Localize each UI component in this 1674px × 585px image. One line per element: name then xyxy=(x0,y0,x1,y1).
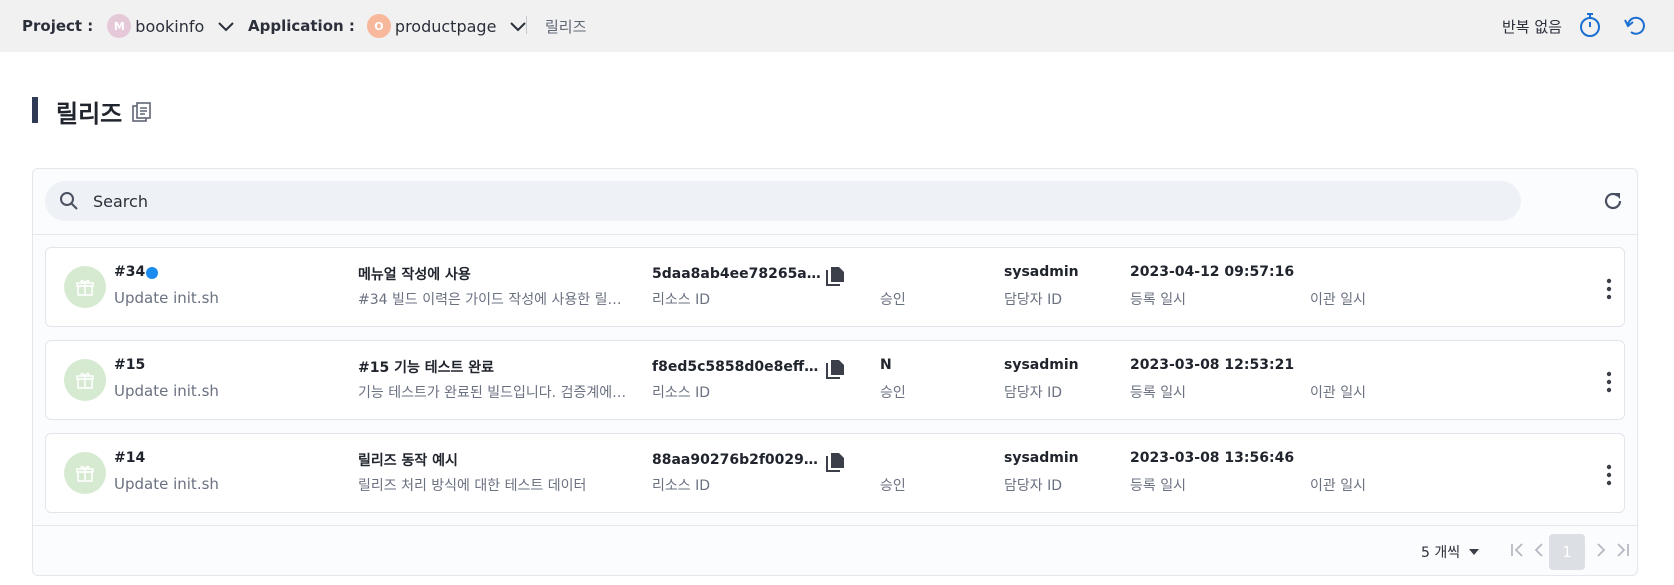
commit-message: Update init.sh xyxy=(114,475,219,493)
clipboard-icon[interactable] xyxy=(131,101,153,123)
breadcrumb-divider xyxy=(526,16,527,34)
application-name: productpage xyxy=(394,16,497,36)
resource-id: 88aa90276b2f00290d3f7e41a6 xyxy=(652,452,822,468)
release-description: #34 빌드 이력은 가이드 작성에 사용한 릴리즈입니다. xyxy=(358,292,630,308)
resource-id: f8ed5c5858d0e8eff6f5a1b3c9 xyxy=(652,359,822,375)
copy-icon[interactable] xyxy=(824,265,846,287)
release-row[interactable]: #34 Update init.sh 메뉴얼 작성에 사용 #34 빌드 이력은… xyxy=(45,247,1625,327)
breadcrumb-current: 릴리즈 xyxy=(545,0,586,52)
copy-icon[interactable] xyxy=(824,451,846,473)
release-name: #15 기능 테스트 완료 xyxy=(358,360,494,376)
search-icon xyxy=(60,192,78,210)
gift-icon xyxy=(76,465,94,482)
new-indicator xyxy=(146,267,158,279)
gift-icon xyxy=(76,279,94,296)
release-name: 메뉴얼 작성에 사용 xyxy=(358,267,471,283)
refresh-icon[interactable] xyxy=(1601,189,1625,213)
first-page-icon[interactable] xyxy=(1507,540,1527,560)
approval-label: 승인 xyxy=(880,292,906,308)
owner-id-label: 담당자 ID xyxy=(1004,385,1062,401)
registered-at-label: 등록 일시 xyxy=(1130,292,1186,308)
resource-id-label: 리소스 ID xyxy=(652,385,710,401)
repeat-label: 반복 없음 xyxy=(1502,17,1562,36)
more-vertical-icon[interactable] xyxy=(1606,464,1612,486)
approval-label: 승인 xyxy=(880,385,906,401)
resource-id-label: 리소스 ID xyxy=(652,478,710,494)
pagination-bar: 5 개씩 1 xyxy=(33,525,1637,575)
application-label: Application : xyxy=(248,17,355,35)
application-selector[interactable]: Application : O productpage xyxy=(248,0,528,52)
project-name: bookinfo xyxy=(135,16,205,36)
migrated-at-label: 이관 일시 xyxy=(1310,292,1366,308)
release-row[interactable]: #14 Update init.sh 릴리즈 동작 예시 릴리즈 처리 방식에 … xyxy=(45,433,1625,513)
resource-id-label: 리소스 ID xyxy=(652,292,710,308)
release-avatar xyxy=(64,452,106,494)
release-name: 릴리즈 동작 예시 xyxy=(358,453,458,469)
page-title: 릴리즈 xyxy=(56,100,123,128)
project-selector[interactable]: Project : M bookinfo xyxy=(22,0,236,52)
migrated-at-label: 이관 일시 xyxy=(1310,385,1366,401)
registered-at: 2023-03-08 12:53:21 xyxy=(1130,357,1295,373)
build-number: #34 xyxy=(114,264,146,280)
search-input[interactable] xyxy=(93,181,1493,221)
migrated-at-label: 이관 일시 xyxy=(1310,478,1366,494)
release-description: 릴리즈 처리 방식에 대한 테스트 데이터 xyxy=(358,478,587,494)
caret-down-icon xyxy=(1469,549,1480,555)
repeat-setting[interactable]: 반복 없음 xyxy=(1502,0,1562,52)
gift-icon xyxy=(76,372,94,389)
current-page-button[interactable]: 1 xyxy=(1549,534,1585,570)
approval-value: N xyxy=(880,357,892,373)
project-avatar: M xyxy=(107,14,132,38)
approval-label: 승인 xyxy=(880,478,906,494)
build-number: #15 xyxy=(114,357,146,373)
owner-id-label: 담당자 ID xyxy=(1004,478,1062,494)
owner-id: sysadmin xyxy=(1004,450,1079,466)
commit-message: Update init.sh xyxy=(114,289,219,307)
chevron-down-icon xyxy=(218,22,235,32)
more-vertical-icon[interactable] xyxy=(1606,371,1612,393)
release-description: 기능 테스트가 완료된 빌드입니다. 검증계에 배포합니다. xyxy=(358,385,630,401)
owner-id-label: 담당자 ID xyxy=(1004,292,1062,308)
owner-id: sysadmin xyxy=(1004,264,1079,280)
per-page-label: 5 개씩 xyxy=(1421,545,1461,561)
title-accent-bar xyxy=(32,97,38,123)
release-avatar xyxy=(64,266,106,308)
application-avatar: O xyxy=(366,14,391,38)
copy-icon[interactable] xyxy=(824,358,846,380)
next-page-icon[interactable] xyxy=(1591,540,1611,560)
resource-id: 5daa8ab4ee78265a4ea0c2d8f1 xyxy=(652,266,822,282)
build-number: #14 xyxy=(114,450,146,466)
release-avatar xyxy=(64,359,106,401)
more-vertical-icon[interactable] xyxy=(1606,278,1612,300)
top-bar: Project : M bookinfo Application : O pro… xyxy=(0,0,1674,52)
breadcrumb-current-label: 릴리즈 xyxy=(545,17,587,36)
registered-at-label: 등록 일시 xyxy=(1130,478,1186,494)
search-area xyxy=(33,169,1637,235)
last-page-icon[interactable] xyxy=(1613,540,1633,560)
stopwatch-icon[interactable] xyxy=(1578,12,1602,38)
release-row[interactable]: #15 Update init.sh #15 기능 테스트 완료 기능 테스트가… xyxy=(45,340,1625,420)
prev-page-icon[interactable] xyxy=(1529,540,1549,560)
commit-message: Update init.sh xyxy=(114,382,219,400)
release-panel: #34 Update init.sh 메뉴얼 작성에 사용 #34 빌드 이력은… xyxy=(32,168,1638,576)
registered-at-label: 등록 일시 xyxy=(1130,385,1186,401)
owner-id: sysadmin xyxy=(1004,357,1079,373)
undo-icon[interactable] xyxy=(1622,13,1648,39)
registered-at: 2023-04-12 09:57:16 xyxy=(1130,264,1295,280)
project-label: Project : xyxy=(22,17,94,35)
registered-at: 2023-03-08 13:56:46 xyxy=(1130,450,1295,466)
per-page-select[interactable]: 5 개씩 xyxy=(1421,542,1480,562)
